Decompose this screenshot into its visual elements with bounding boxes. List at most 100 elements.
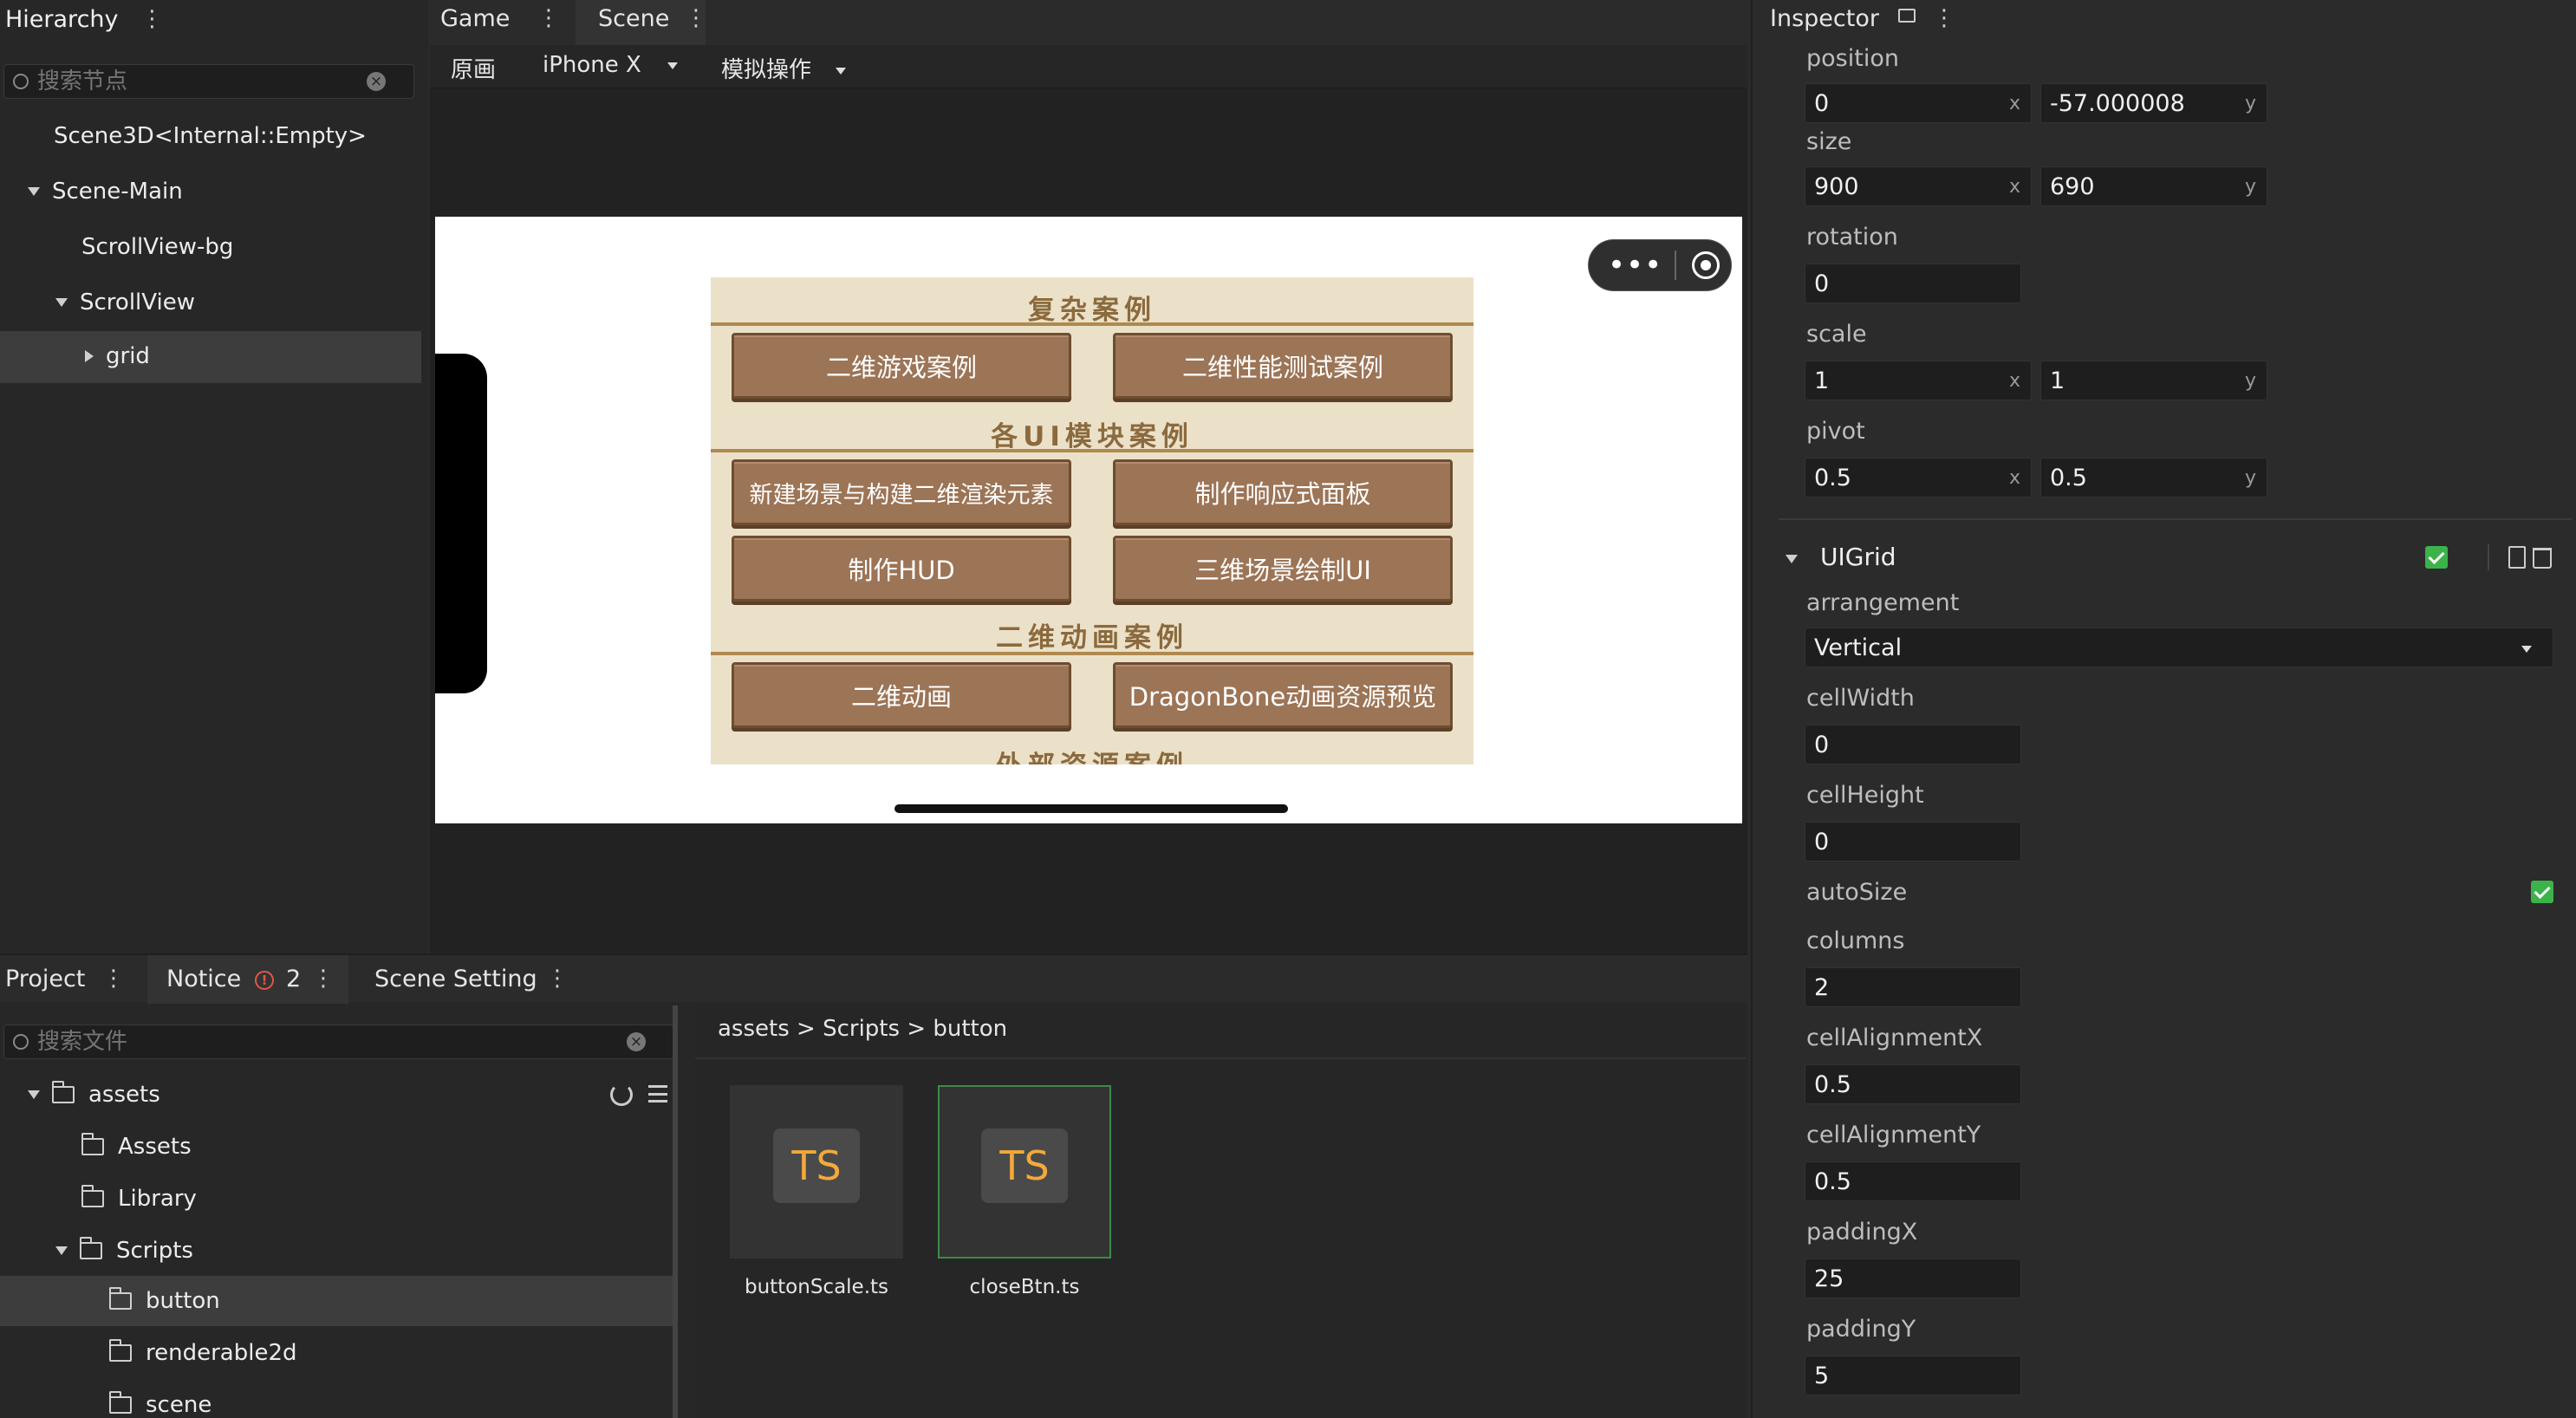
component-title: UIGrid [1820,543,1896,571]
folder-icon [109,1339,132,1362]
more-icon[interactable]: ⋮ [685,7,707,29]
more-icon[interactable]: ⋮ [1933,7,1955,29]
section-divider [711,322,1473,326]
inspector-title[interactable]: Inspector [1770,5,1879,32]
document-icon[interactable] [2508,546,2526,569]
arrangement-label: arrangement [1806,589,1960,616]
cellalignmenty-field[interactable]: 0.5 [1805,1161,2021,1201]
device-select[interactable]: iPhone X [543,52,679,78]
folder-label: Library [118,1186,197,1212]
tree-node-selected-bg [0,331,421,383]
case-button[interactable]: 二维性能测试案例 [1113,333,1453,399]
mode-button[interactable]: 原画 [451,52,496,84]
file-card-selected[interactable]: TS [938,1085,1111,1259]
clear-icon[interactable]: × [367,72,386,91]
pivot-x-field[interactable]: 0.5 x [1805,458,2032,498]
folder-icon [81,1185,104,1207]
tab-scene-setting[interactable]: Scene Setting [374,966,537,992]
scale-y-value: 1 [2050,367,2065,394]
scale-y-field[interactable]: 1 y [2040,361,2267,400]
axis-x-label: x [2008,370,2020,392]
breadcrumb[interactable]: assets > Scripts > button [718,1016,1007,1042]
chevron-down-icon[interactable] [55,1246,68,1255]
tree-node-grid[interactable]: grid [85,329,150,383]
scale-x-field[interactable]: 1 x [1805,361,2032,400]
tree-folder-renderable2d[interactable]: renderable2d [109,1326,296,1380]
more-icon[interactable]: ⋮ [102,967,125,990]
more-icon[interactable]: ⋮ [312,967,335,990]
file-search[interactable]: × [3,1024,674,1059]
file-search-input[interactable] [37,1029,627,1055]
chevron-down-icon [836,67,847,75]
tree-node-scene-main[interactable]: Scene-Main [28,165,183,218]
tree-node-scrollview-bg[interactable]: ScrollView-bg [81,220,233,274]
rotation-field[interactable]: 0 [1805,263,2021,303]
cellalignmentx-field[interactable]: 0.5 [1805,1064,2021,1104]
node-search-input[interactable] [37,68,367,94]
more-icon[interactable]: ⋮ [546,967,569,990]
tab-scene[interactable]: Scene [598,5,669,32]
tree-folder-assets[interactable]: assets [28,1068,160,1122]
chevron-down-icon[interactable] [1786,555,1798,563]
tree-folder-scripts[interactable]: Scripts [55,1224,193,1278]
trash-icon[interactable] [2533,548,2552,569]
more-icon[interactable]: ⋮ [537,7,560,29]
case-button[interactable]: 制作响应式面板 [1113,459,1453,525]
size-x-value: 900 [1814,172,1859,200]
menu-dots-icon[interactable]: ••• [1608,250,1662,280]
more-icon[interactable]: ⋮ [141,8,164,30]
tab-game[interactable]: Game [440,5,510,32]
tree-folder-assets-sub[interactable]: Assets [81,1120,192,1174]
chevron-right-icon[interactable] [85,350,94,362]
axis-y-label: y [2244,176,2256,198]
case-button[interactable]: DragonBone动画资源预览 [1113,662,1453,728]
node-search[interactable]: × [3,64,414,99]
position-x-field[interactable]: 0 x [1805,83,2032,123]
center-tabbar: Game ⋮ Scene ⋮ [430,0,1747,45]
chevron-down-icon[interactable] [28,187,40,196]
tree-node-scene3d[interactable]: Scene3D<Internal::Empty> [54,109,367,163]
columns-field[interactable]: 2 [1805,967,2021,1007]
cellwidth-field[interactable]: 0 [1805,725,2021,764]
case-button[interactable]: 制作HUD [732,536,1071,602]
pivot-y-field[interactable]: 0.5 y [2040,458,2267,498]
autosize-checkbox[interactable] [2531,881,2553,903]
case-button[interactable]: 二维动画 [732,662,1071,728]
case-button[interactable]: 二维游戏案例 [732,333,1071,399]
scale-x-value: 1 [1814,367,1830,394]
chevron-down-icon[interactable] [28,1090,40,1099]
notice-count-badge: 2 [286,966,302,992]
autosize-label: autoSize [1806,879,1908,906]
tree-folder-scene[interactable]: scene [109,1378,211,1418]
clear-icon[interactable]: × [627,1032,646,1051]
paddingx-field[interactable]: 25 [1805,1259,2021,1298]
tree-scrollbar[interactable] [673,1005,678,1418]
size-x-field[interactable]: 900 x [1805,166,2032,206]
file-card[interactable]: TS [730,1085,903,1259]
tab-notice[interactable]: Notice [166,966,241,992]
position-y-field[interactable]: -57.000008 y [2040,83,2267,123]
list-view-icon[interactable] [648,1085,667,1103]
case-button[interactable]: 三维场景绘制UI [1113,536,1453,602]
refresh-icon[interactable] [610,1083,633,1106]
tree-node-scrollview[interactable]: ScrollView [55,276,195,329]
record-icon[interactable] [1692,251,1721,279]
simulate-select[interactable]: 模拟操作 [721,52,847,84]
hierarchy-title[interactable]: Hierarchy [5,6,119,33]
file-browser: assets > Scripts > button TS buttonScale… [695,1005,1747,1418]
lock-icon[interactable] [1898,9,1916,23]
case-button[interactable]: 新建场景与构建二维渲染元素 [732,459,1071,525]
rotation-value: 0 [1814,270,1830,297]
paddingy-field[interactable]: 5 [1805,1356,2021,1395]
tree-folder-library[interactable]: Library [81,1172,197,1226]
cellheight-field[interactable]: 0 [1805,822,2021,862]
tree-folder-button[interactable]: button [109,1274,220,1328]
mini-program-capsule[interactable]: ••• [1588,239,1732,291]
component-enabled-checkbox[interactable] [2425,546,2448,569]
chevron-down-icon[interactable] [55,298,68,307]
size-y-field[interactable]: 690 y [2040,166,2267,206]
tab-project[interactable]: Project [5,966,85,992]
arrangement-select[interactable]: Vertical [1805,628,2553,667]
position-label: position [1806,45,1899,72]
case-list-panel[interactable]: 复杂案例 二维游戏案例 二维性能测试案例 各UI模块案例 新建场景与构建二维渲染… [711,277,1473,764]
